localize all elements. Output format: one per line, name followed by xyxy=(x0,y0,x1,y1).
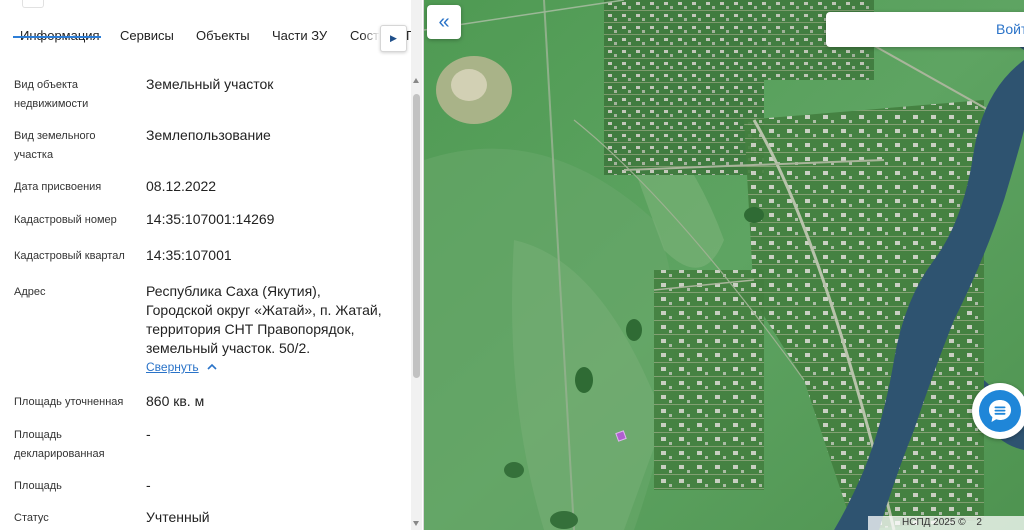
cadnum-label: Кадастровый номер xyxy=(14,214,117,226)
scroll-up-arrow-icon[interactable] xyxy=(413,78,419,83)
area-label: Площадь xyxy=(14,480,62,492)
status-value: Учтенный xyxy=(146,509,210,525)
collapse-link[interactable]: Свернуть xyxy=(146,360,199,374)
panel-scrollbar-thumb[interactable] xyxy=(413,94,420,378)
map-attribution: НСПД 2025 © 2 xyxy=(868,516,1024,530)
attribution-text: НСПД 2025 © xyxy=(902,517,966,528)
type-label: Вид объекта недвижимости xyxy=(14,79,89,110)
scroll-down-arrow-icon[interactable] xyxy=(413,521,419,526)
status-label: Статус xyxy=(14,512,49,524)
address-line-1: Республика Саха (Якутия), xyxy=(146,283,321,299)
satellite-imagery xyxy=(424,0,1024,530)
landkind-label: Вид земельного участка xyxy=(14,130,96,161)
info-rows: Вид объекта недвижимости Земельный участ… xyxy=(0,0,410,530)
area-precise-label: Площадь уточненная xyxy=(14,396,124,408)
date-value: 08.12.2022 xyxy=(146,178,217,194)
area-declared-label: Площадь декларированная xyxy=(14,429,105,460)
address-line-3: территория СНТ Правопорядок, xyxy=(146,321,355,337)
type-value: Земельный участок xyxy=(146,76,274,92)
chat-button[interactable] xyxy=(972,383,1024,439)
address-line-4: земельный участок. 50/2. xyxy=(146,340,311,356)
satellite-map[interactable] xyxy=(424,0,1024,530)
login-button[interactable]: Войти xyxy=(826,12,1024,47)
quarter-value: 14:35:107001 xyxy=(146,247,232,263)
date-label: Дата присвоения xyxy=(14,181,102,193)
cadnum-value: 14:35:107001:14269 xyxy=(146,211,275,227)
area-declared-value: - xyxy=(146,426,151,442)
info-panel: Информация Сервисы Объекты Части ЗУ Сост… xyxy=(0,0,424,530)
area-value: - xyxy=(146,477,151,493)
collapse-panel-button[interactable]: « xyxy=(427,5,461,39)
chevron-up-icon[interactable] xyxy=(206,361,218,373)
chat-button-inner xyxy=(979,390,1021,432)
address-label: Адрес xyxy=(14,286,46,298)
attribution-tail: 2 xyxy=(976,517,982,528)
quarter-label: Кадастровый квартал xyxy=(14,250,125,262)
landkind-value: Землепользование xyxy=(146,127,271,143)
double-chevron-left-icon: « xyxy=(438,11,450,33)
address-line-2: Городской округ «Жатай», п. Жатай, xyxy=(146,302,382,318)
chat-bubble-icon xyxy=(989,400,1011,422)
area-precise-value: 860 кв. м xyxy=(146,393,205,409)
login-button-label: Войти xyxy=(996,21,1024,37)
